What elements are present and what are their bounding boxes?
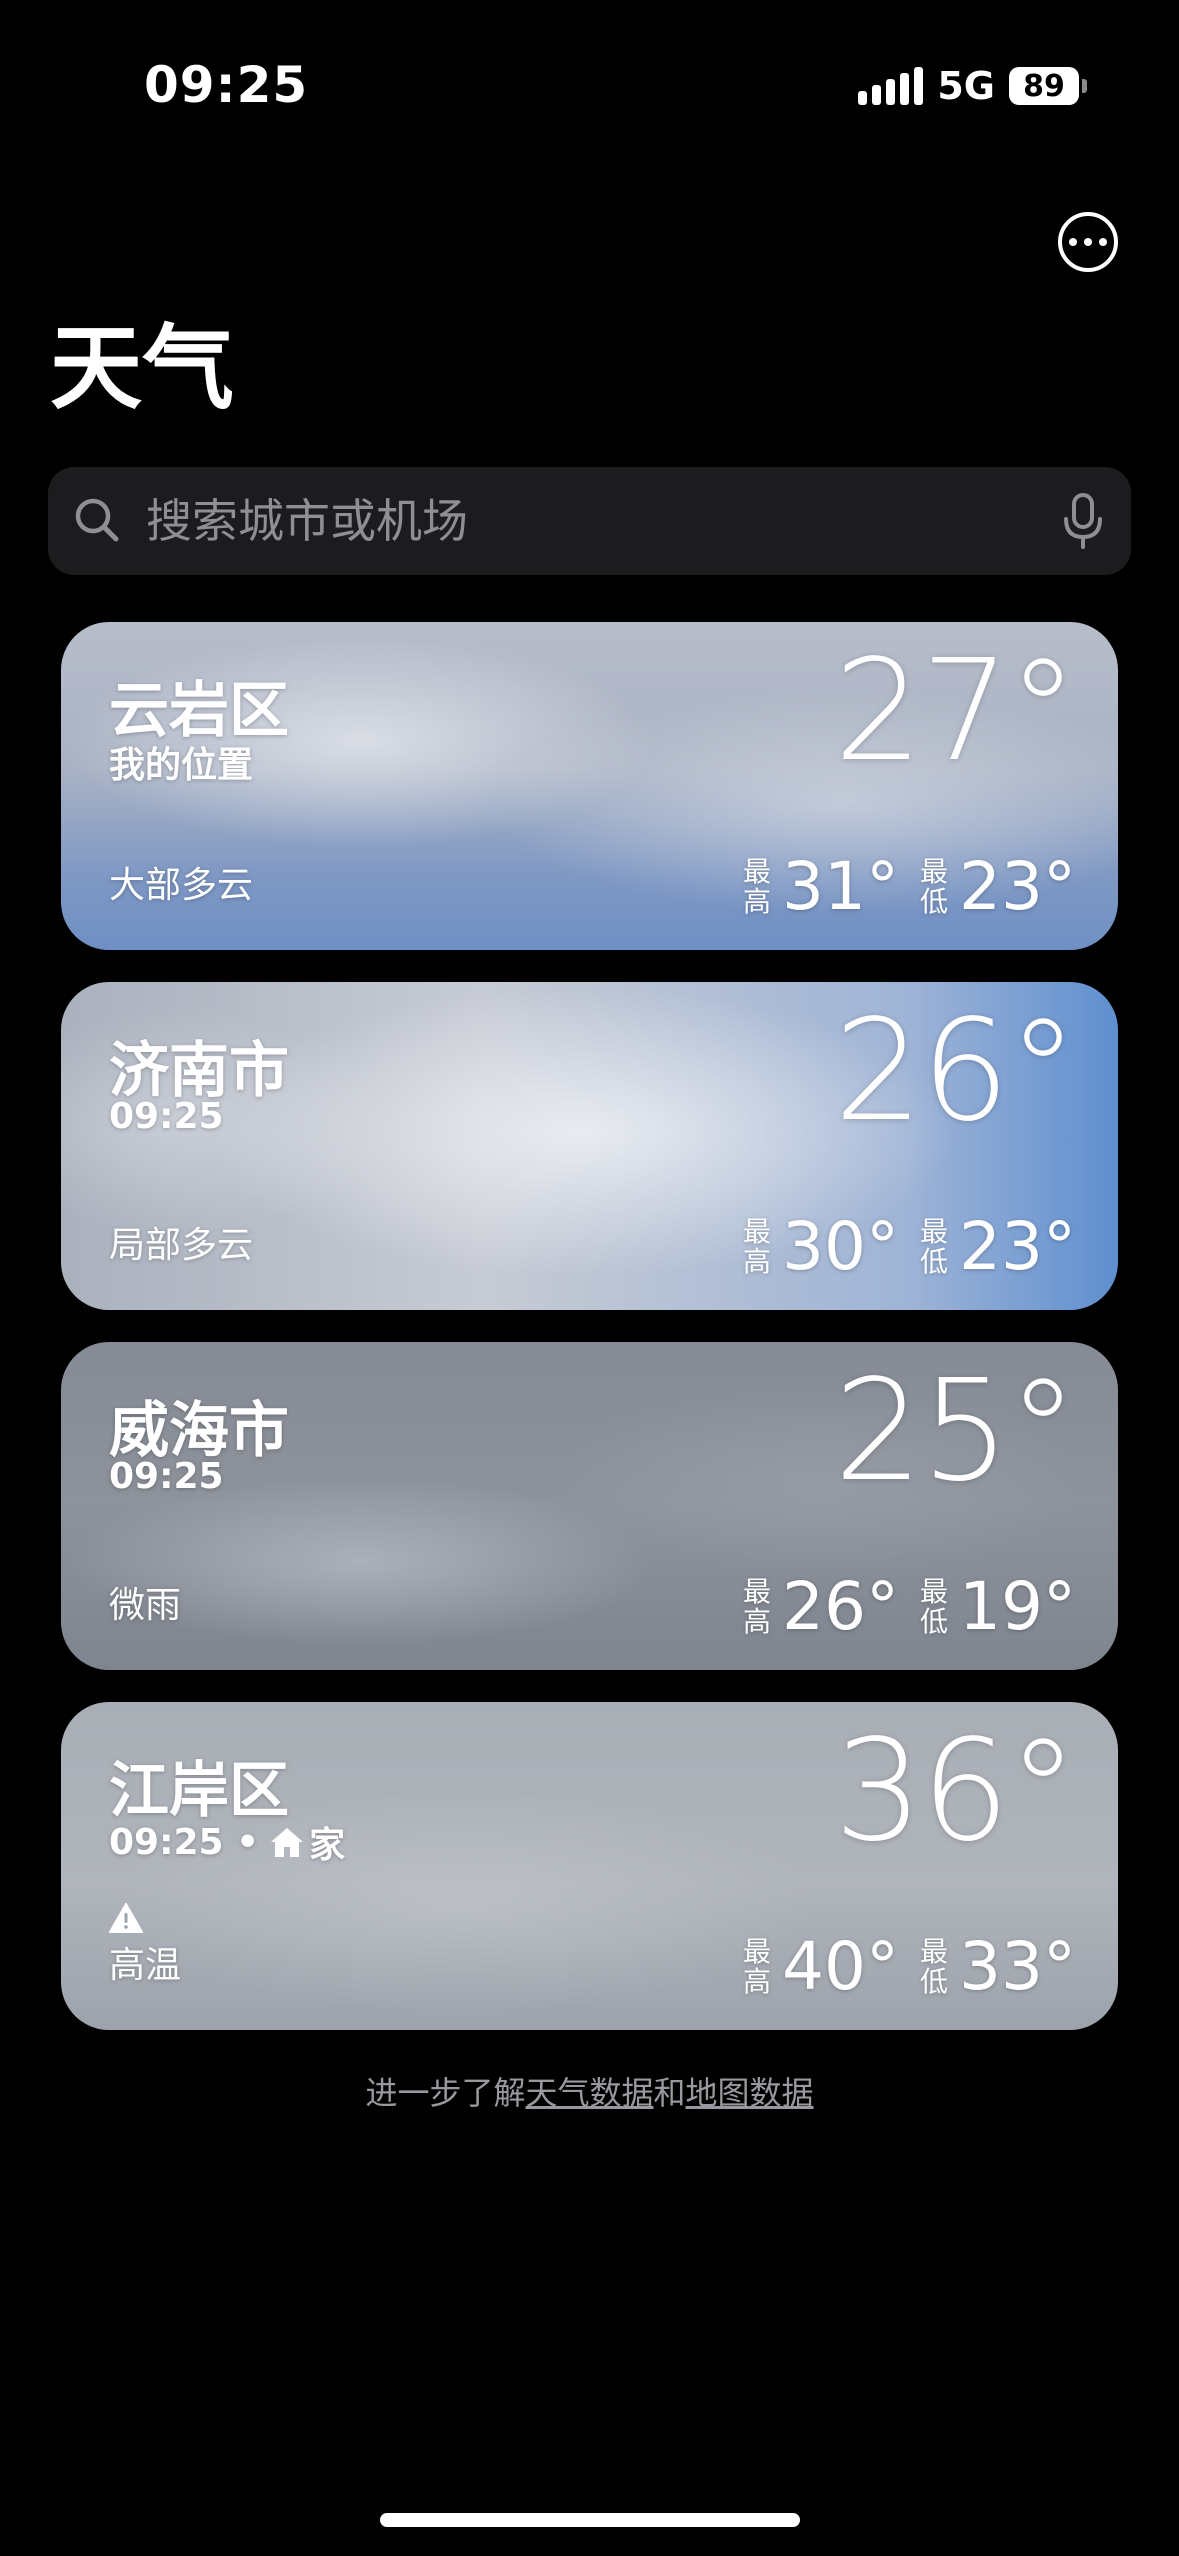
page-title: 天气 [50,315,235,422]
network-type: 5G [937,64,995,108]
map-data-link[interactable]: 地图数据 [686,2074,814,2112]
more-icon-dot [1069,238,1077,246]
more-icon-dot [1084,238,1092,246]
search-bar[interactable] [48,467,1131,575]
attribution-connector: 和 [653,2074,686,2112]
current-temperature: 25° [833,1350,1078,1513]
weather-data-link[interactable]: 天气数据 [525,2074,653,2112]
attribution-prefix: 进一步了解 [365,2074,526,2112]
city-card[interactable]: 威海市 09:25 微雨 25° 最高 26° 最低 19° [61,1342,1118,1670]
home-indicator[interactable] [380,2513,800,2527]
high-temperature: 30° [782,1208,900,1285]
low-temperature: 23° [959,1208,1076,1285]
low-temperature: 19° [959,1568,1076,1645]
city-subtitle: 09:25 • 家 [109,1816,345,1868]
search-input[interactable] [144,493,1061,549]
location-label: 我的位置 [109,745,254,786]
high-temperature: 26° [782,1568,900,1645]
low-label: 最低 [920,1215,949,1278]
data-attribution: 进一步了解天气数据和地图数据 [0,2068,1179,2114]
city-card[interactable]: 济南市 09:25 局部多云 26° 最高 30° 最低 23° [61,982,1118,1310]
high-temperature: 40° [782,1928,900,2005]
weather-condition: 高温 [109,1945,182,1986]
low-temperature: 23° [959,848,1076,925]
search-icon [75,498,119,542]
local-time: 09:25 • [109,1821,260,1863]
weather-app: 09:25 5G 89 天气 云岩 [0,0,1179,2556]
high-low-temps: 最高 31° 最低 23° [742,854,1076,920]
high-label: 最高 [743,1935,772,1998]
more-icon-dot [1099,238,1107,246]
weather-condition: 微雨 [109,1585,182,1626]
high-label: 最高 [743,855,772,918]
low-temperature: 33° [959,1928,1076,2005]
high-temperature: 31° [782,848,900,925]
microphone-icon[interactable] [1061,491,1105,551]
high-label: 最高 [743,1215,772,1278]
local-time: 09:25 [109,1096,224,1137]
home-label: 家 [309,1825,346,1866]
high-low-temps: 最高 40° 最低 33° [742,1934,1076,2000]
status-time: 09:25 [144,56,309,114]
warning-icon [109,1903,143,1933]
high-low-temps: 最高 30° 最低 23° [742,1214,1076,1280]
weather-condition: 大部多云 [109,865,254,906]
cellular-signal-icon [858,67,924,105]
city-subtitle: 我的位置 [109,736,253,788]
local-time: 09:25 [109,1456,224,1497]
high-label: 最高 [743,1575,772,1638]
current-temperature: 36° [833,1710,1078,1873]
more-options-button[interactable] [1058,212,1118,272]
low-label: 最低 [920,855,949,918]
status-indicators: 5G 89 [858,64,1087,108]
home-icon [271,1828,304,1857]
city-subtitle: 09:25 [109,1456,224,1497]
city-card[interactable]: 云岩区 我的位置 大部多云 27° 最高 31° 最低 23° [61,622,1118,950]
low-label: 最低 [920,1935,949,1998]
high-low-temps: 最高 26° 最低 19° [742,1574,1076,1640]
low-label: 最低 [920,1575,949,1638]
current-temperature: 27° [833,630,1078,793]
battery-level: 89 [1023,68,1065,104]
weather-condition: 局部多云 [109,1225,254,1266]
city-card[interactable]: 江岸区 09:25 • 家 高温 36° 最高 40° 最低 33° [61,1702,1118,2030]
city-subtitle: 09:25 [109,1096,224,1137]
current-temperature: 26° [833,990,1078,1153]
battery-icon: 89 [1009,67,1087,105]
